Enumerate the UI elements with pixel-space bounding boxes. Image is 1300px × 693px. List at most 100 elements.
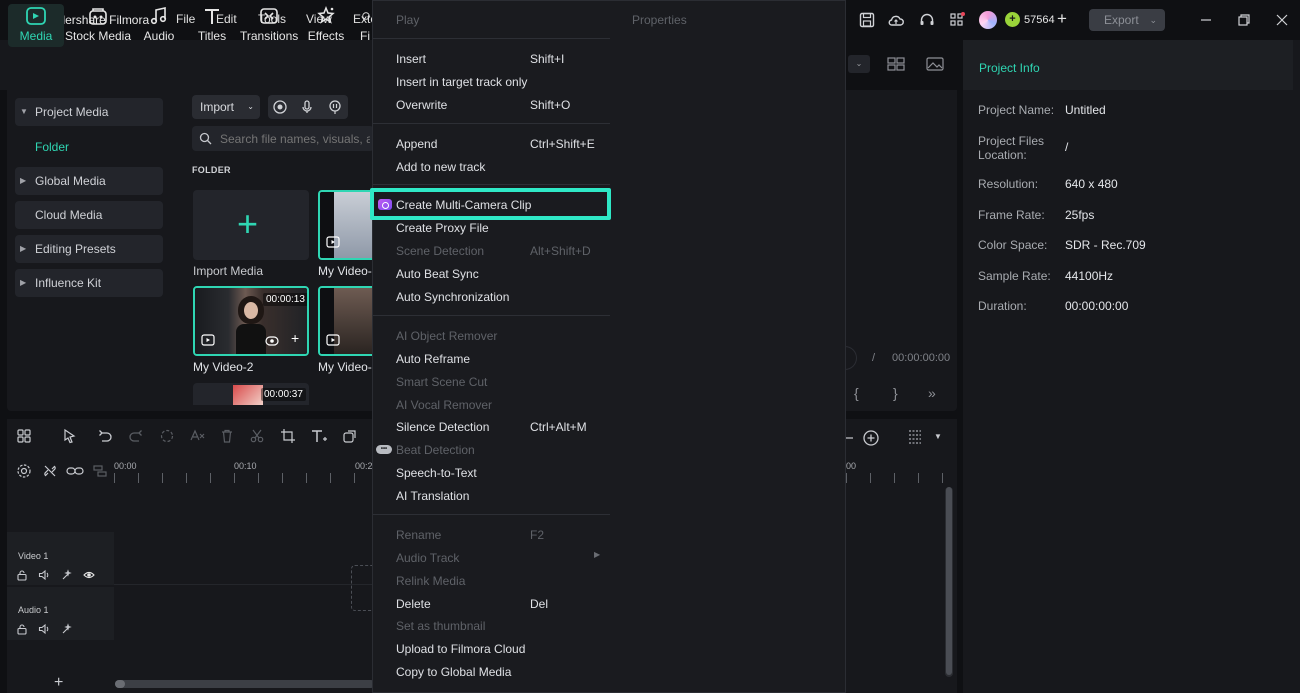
- undo-icon[interactable]: [97, 428, 113, 444]
- speaker-icon[interactable]: [38, 623, 50, 635]
- ai-voice-icon[interactable]: [327, 99, 343, 115]
- menu-item-speech-to-text[interactable]: Speech-to-Text: [396, 466, 477, 480]
- scrollbar-thumb[interactable]: [115, 680, 125, 688]
- sidebar-item-cloud-media[interactable]: Cloud Media: [15, 201, 163, 229]
- menu-item-insert-target-track[interactable]: Insert in target track only: [396, 75, 527, 89]
- layout-grid-icon[interactable]: [16, 428, 32, 444]
- timeline-ruler-right[interactable]: [846, 473, 946, 483]
- menu-item-overwrite[interactable]: Overwrite: [396, 98, 447, 112]
- timeline-horizontal-scrollbar[interactable]: [115, 680, 375, 688]
- delete-icon[interactable]: [219, 428, 235, 444]
- menu-item-auto-reframe[interactable]: Auto Reframe: [396, 352, 470, 366]
- magic-wand-icon[interactable]: [61, 569, 73, 581]
- split-scissors-icon[interactable]: [249, 428, 265, 444]
- scrollbar-thumb[interactable]: [946, 487, 952, 675]
- ripple-icon[interactable]: [159, 428, 175, 444]
- add-text-icon[interactable]: [310, 428, 328, 444]
- headset-support-icon[interactable]: [918, 11, 936, 29]
- timeline-ruler[interactable]: [114, 473, 372, 483]
- user-avatar[interactable]: [979, 11, 997, 29]
- sidebar-item-influence-kit[interactable]: ▶ Influence Kit: [15, 269, 163, 297]
- tab-effects[interactable]: Effects: [304, 4, 348, 43]
- menu-item-add-to-new-track[interactable]: Add to new track: [396, 160, 485, 174]
- menu-item-beat-detection[interactable]: Beat Detection: [396, 443, 475, 457]
- menu-item-ai-translation[interactable]: AI Translation: [396, 489, 469, 503]
- more-forward-icon[interactable]: »: [928, 385, 936, 401]
- eye-icon[interactable]: [83, 569, 95, 581]
- audio-track-lane[interactable]: [114, 587, 372, 640]
- menu-item-auto-beat-sync[interactable]: Auto Beat Sync: [396, 267, 479, 281]
- lock-icon[interactable]: [16, 623, 28, 635]
- unlink-icon[interactable]: [42, 463, 58, 479]
- menu-item-delete[interactable]: Delete: [396, 597, 431, 611]
- link-icon[interactable]: [66, 463, 84, 479]
- menu-item-silence-detection[interactable]: Silence Detection: [396, 420, 489, 434]
- menu-item-ai-vocal-remover[interactable]: AI Vocal Remover: [396, 398, 492, 412]
- crop-icon[interactable]: [280, 428, 296, 444]
- menu-item-audio-track[interactable]: Audio Track: [396, 551, 459, 565]
- sidebar-item-editing-presets[interactable]: ▶ Editing Presets: [15, 235, 163, 263]
- menu-item-scene-detection[interactable]: Scene Detection: [396, 244, 484, 258]
- more-tools-icon[interactable]: [342, 428, 362, 444]
- menu-item-rename[interactable]: Rename: [396, 528, 441, 542]
- add-credits-icon[interactable]: +: [1057, 9, 1067, 29]
- tab-filters[interactable]: Fi: [360, 4, 372, 43]
- import-button[interactable]: Import ⌄: [192, 95, 260, 119]
- tab-stock-media[interactable]: Stock Media: [64, 4, 132, 43]
- menu-item-create-multi-camera-clip[interactable]: Create Multi-Camera Clip: [396, 198, 531, 212]
- media-thumbnail-my-video-1[interactable]: [318, 286, 374, 356]
- tab-audio[interactable]: Audio: [137, 4, 181, 43]
- menu-item-append[interactable]: Append: [396, 137, 437, 151]
- cloud-upload-icon[interactable]: [887, 11, 905, 29]
- media-thumbnail-my-video-3[interactable]: [318, 190, 374, 260]
- menu-item-set-as-thumbnail[interactable]: Set as thumbnail: [396, 619, 485, 633]
- tab-media[interactable]: Media: [8, 4, 64, 47]
- menu-item-relink-media[interactable]: Relink Media: [396, 574, 465, 588]
- mark-out-icon[interactable]: }: [893, 385, 898, 401]
- record-screen-icon[interactable]: [272, 99, 288, 115]
- add-track-icon[interactable]: +: [54, 674, 63, 692]
- close-icon[interactable]: [1272, 10, 1292, 30]
- tab-titles[interactable]: Titles: [190, 4, 234, 43]
- zoom-out-icon[interactable]: [845, 429, 857, 447]
- add-to-timeline-icon[interactable]: +: [291, 330, 299, 346]
- menu-item-smart-scene-cut[interactable]: Smart Scene Cut: [396, 375, 487, 389]
- minimize-icon[interactable]: [1196, 10, 1216, 30]
- menu-item-play[interactable]: Play: [396, 13, 419, 27]
- sidebar-item-project-media[interactable]: ▼ Project Media: [15, 98, 163, 126]
- menu-item-auto-synchronization[interactable]: Auto Synchronization: [396, 290, 509, 304]
- menu-item-create-proxy-file[interactable]: Create Proxy File: [396, 221, 489, 235]
- tab-transitions[interactable]: Transitions: [240, 4, 298, 43]
- apps-grid-icon[interactable]: [948, 11, 966, 29]
- save-icon[interactable]: [858, 11, 876, 29]
- track-stack-icon[interactable]: [92, 463, 108, 479]
- mark-in-icon[interactable]: {: [854, 385, 859, 401]
- caret-down-icon[interactable]: ▼: [934, 432, 942, 441]
- video-track-lane[interactable]: [114, 532, 372, 585]
- export-button[interactable]: Export ⌄: [1089, 9, 1165, 31]
- snapshot-image-icon[interactable]: [925, 55, 945, 73]
- microphone-icon[interactable]: [299, 99, 315, 115]
- zoom-in-icon[interactable]: [862, 429, 880, 447]
- track-height-icon[interactable]: [907, 428, 923, 446]
- timeline-vertical-scrollbar[interactable]: [945, 487, 953, 677]
- menu-item-insert[interactable]: Insert: [396, 52, 426, 66]
- sidebar-item-global-media[interactable]: ▶ Global Media: [15, 167, 163, 195]
- drop-zone-placeholder[interactable]: [351, 565, 373, 611]
- display-layout-icon[interactable]: [886, 55, 906, 73]
- menu-item-copy-to-global-media[interactable]: Copy to Global Media: [396, 665, 511, 679]
- text-transform-icon[interactable]: [189, 428, 205, 444]
- sidebar-item-folder[interactable]: Folder: [35, 140, 69, 154]
- speaker-icon[interactable]: [38, 569, 50, 581]
- media-thumbnail-partial[interactable]: 00:00:37: [193, 383, 309, 405]
- menu-item-ai-object-remover[interactable]: AI Object Remover: [396, 329, 497, 343]
- preview-quality-dropdown[interactable]: ⌄: [848, 55, 870, 73]
- import-media-tile[interactable]: +: [193, 190, 309, 260]
- search-input[interactable]: [220, 126, 370, 151]
- select-tool-icon[interactable]: [62, 428, 78, 444]
- restore-icon[interactable]: [1234, 10, 1254, 30]
- audio-link-icon[interactable]: [265, 334, 279, 348]
- menu-item-upload-to-filmora-cloud[interactable]: Upload to Filmora Cloud: [396, 642, 525, 656]
- media-thumbnail-my-video-2[interactable]: 00:00:13 +: [193, 286, 309, 356]
- magic-wand-icon[interactable]: [61, 623, 73, 635]
